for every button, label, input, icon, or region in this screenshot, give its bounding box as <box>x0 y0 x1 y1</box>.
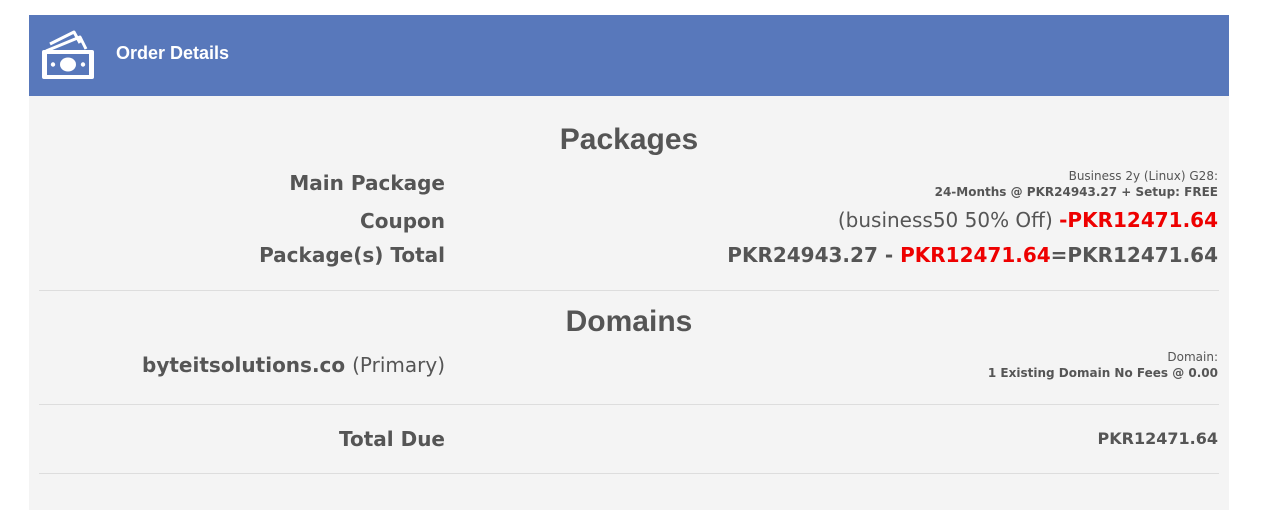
packages-total-value: PKR24943.27 - PKR12471.64=PKR12471.64 <box>727 243 1218 267</box>
domain-type-label: Domain: <box>1167 350 1218 364</box>
divider <box>39 473 1219 474</box>
coupon-label: Coupon <box>360 209 445 233</box>
packages-total-result: =PKR12471.64 <box>1050 243 1218 267</box>
domains-heading: Domains <box>565 305 693 338</box>
panel-header: Order Details <box>29 15 1229 96</box>
domain-name-label: byteitsolutions.co (Primary) <box>142 353 445 377</box>
panel-title: Order Details <box>116 43 230 63</box>
domain-value: Domain: 1 Existing Domain No Fees @ 0.00 <box>988 349 1218 381</box>
main-package-name: Business 2y (Linux) G28: <box>1068 169 1218 183</box>
total-due-label: Total Due <box>338 427 445 451</box>
order-details-panel: Order Details Packages Main Package Busi… <box>29 15 1229 510</box>
main-package-value: Business 2y (Linux) G28: 24-Months @ PKR… <box>935 168 1218 200</box>
domain-primary-tag: (Primary) <box>352 353 445 377</box>
divider <box>39 404 1219 405</box>
packages-total-label: Package(s) Total <box>259 243 445 267</box>
packages-subtotal: PKR24943.27 - <box>727 243 901 267</box>
money-bills-icon <box>40 27 96 81</box>
total-due-value: PKR12471.64 <box>1097 429 1218 448</box>
domain-detail: 1 Existing Domain No Fees @ 0.00 <box>987 366 1218 380</box>
coupon-discount: -PKR12471.64 <box>1059 208 1218 232</box>
divider <box>39 290 1219 291</box>
domain-name: byteitsolutions.co <box>142 353 346 377</box>
main-package-detail: 24-Months @ PKR24943.27 + Setup: FREE <box>934 185 1218 199</box>
coupon-value: (business50 50% Off) -PKR12471.64 <box>838 208 1218 232</box>
coupon-description: (business50 50% Off) <box>837 208 1053 232</box>
main-package-label: Main Package <box>289 171 445 195</box>
packages-total-discount: PKR12471.64 <box>900 243 1051 267</box>
packages-heading: Packages <box>559 123 699 156</box>
